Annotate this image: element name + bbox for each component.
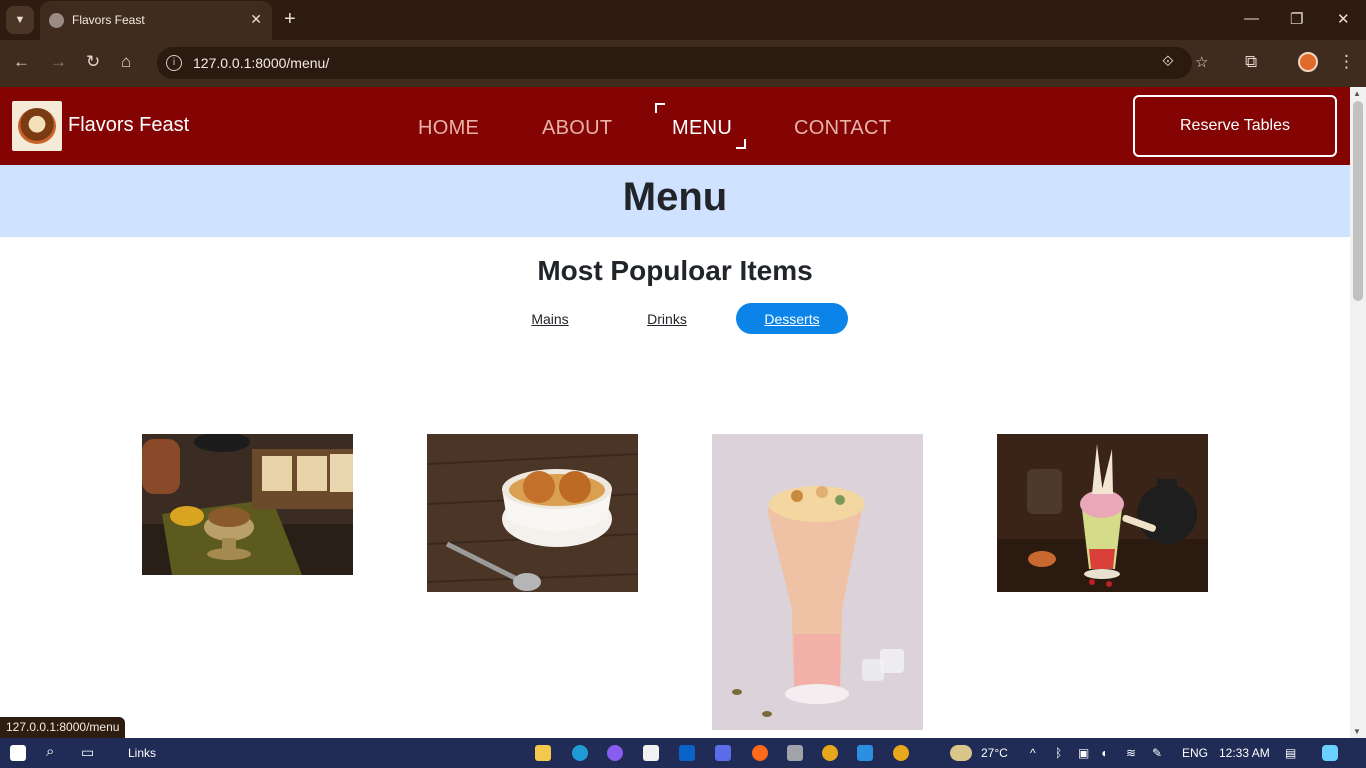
chrome-active-icon[interactable] — [893, 745, 909, 761]
clock[interactable]: 12:33 AM — [1219, 746, 1270, 760]
home-icon[interactable]: ⌂ — [121, 52, 131, 72]
outlook-icon[interactable] — [679, 745, 695, 761]
menu-kebab-icon[interactable]: ⋮ — [1338, 52, 1355, 72]
pudding-bowl-image[interactable] — [142, 434, 353, 575]
globe-icon — [49, 13, 64, 28]
tab-search-button[interactable]: ▼ — [6, 6, 34, 34]
bluetooth-icon[interactable]: ᛒ — [1055, 746, 1062, 760]
chrome-icon[interactable] — [822, 745, 838, 761]
minimize-icon[interactable]: — — [1244, 10, 1259, 27]
page-scrollbar[interactable]: ▲ ▼ — [1350, 87, 1366, 738]
forward-icon[interactable]: → — [50, 52, 67, 72]
page-content: Flavors Feast HOME ABOUT MENU CONTACT Re… — [0, 87, 1350, 738]
active-bracket-bottom — [736, 139, 746, 149]
address-bar[interactable]: i 127.0.0.1:8000/menu/ ⟐ ☆ — [157, 47, 1208, 79]
logo[interactable] — [12, 101, 62, 151]
filter-desserts[interactable]: Desserts — [736, 303, 848, 334]
browser-toolbar: ← → ↻ ⌂ i 127.0.0.1:8000/menu/ ⟐ ☆ ⧉ ⋮ — [0, 40, 1366, 87]
milkshake-glass-image[interactable] — [712, 434, 923, 730]
file-explorer-icon[interactable] — [535, 745, 551, 761]
browser-tab[interactable]: Flavors Feast ✕ — [40, 1, 272, 40]
back-icon[interactable]: ← — [13, 52, 30, 72]
site-info-icon[interactable]: i — [166, 55, 182, 71]
camera-icon[interactable]: ▣ — [1078, 746, 1089, 760]
reserve-tables-button[interactable]: Reserve Tables — [1133, 95, 1337, 157]
wifi-icon[interactable]: ≋ — [1126, 746, 1136, 760]
filter-mains[interactable]: Mains — [510, 303, 590, 334]
menu-hero: Menu — [0, 165, 1350, 237]
close-tab-icon[interactable]: ✕ — [250, 11, 262, 28]
tab-title: Flavors Feast — [72, 13, 145, 27]
restore-icon[interactable]: ❐ — [1290, 10, 1303, 28]
section-title: Most Populoar Items — [537, 255, 813, 286]
scroll-up-icon[interactable]: ▲ — [1353, 89, 1361, 98]
close-window-icon[interactable]: ✕ — [1337, 10, 1350, 28]
nav-menu[interactable]: MENU — [672, 117, 732, 140]
database-icon[interactable] — [787, 745, 803, 761]
nav-about[interactable]: ABOUT — [542, 117, 612, 140]
extensions-icon[interactable]: ⧉ — [1245, 52, 1257, 72]
browser-tab-bar: ▼ Flavors Feast ✕ + — ❐ ✕ — [0, 0, 1366, 40]
gulab-jamun-image[interactable] — [427, 434, 638, 592]
firefox-icon[interactable] — [752, 745, 768, 761]
copilot-pro-icon[interactable] — [1322, 745, 1338, 761]
active-bracket-top — [655, 103, 665, 113]
links-toolbar[interactable]: Links — [128, 746, 156, 760]
bookmark-star-icon[interactable]: ☆ — [1195, 53, 1208, 71]
site-navbar: Flavors Feast HOME ABOUT MENU CONTACT Re… — [0, 87, 1350, 165]
link-status-bubble: 127.0.0.1:8000/menu — [0, 717, 126, 738]
volume-icon[interactable]: ◖ — [1100, 746, 1107, 760]
chef-logo-icon — [18, 108, 56, 144]
page-title: Menu — [622, 175, 728, 219]
windows-start-icon[interactable] — [10, 745, 26, 761]
notifications-icon[interactable]: ▤ — [1285, 746, 1296, 760]
search-icon[interactable]: ⌕ — [46, 743, 54, 760]
task-view-icon[interactable]: ▭ — [81, 744, 94, 761]
filter-drinks[interactable]: Drinks — [627, 303, 707, 334]
ice-cream-sundae-image[interactable] — [997, 434, 1208, 592]
scroll-down-icon[interactable]: ▼ — [1353, 727, 1361, 736]
profile-avatar[interactable] — [1298, 52, 1318, 72]
tray-chevron-icon[interactable]: ^ — [1030, 746, 1036, 760]
scrollbar-thumb[interactable] — [1353, 101, 1363, 301]
reload-icon[interactable]: ↻ — [86, 52, 100, 72]
windows-taskbar: ⌕ ▭ Links 27°C ^ ᛒ ▣ ◖ ≋ ✎ ENG 12:33 AM … — [0, 738, 1366, 768]
new-tab-button[interactable]: + — [284, 8, 296, 31]
weather-icon[interactable] — [950, 745, 972, 761]
translate-icon[interactable]: ⟐ — [1162, 53, 1174, 70]
nav-home[interactable]: HOME — [418, 117, 479, 140]
edge-icon[interactable] — [572, 745, 588, 761]
app-icon[interactable] — [607, 745, 623, 761]
copilot-icon[interactable] — [715, 745, 731, 761]
store-icon[interactable] — [643, 745, 659, 761]
pen-icon[interactable]: ✎ — [1152, 746, 1162, 760]
vscode-icon[interactable] — [857, 745, 873, 761]
language-indicator[interactable]: ENG — [1182, 746, 1208, 760]
brand-name[interactable]: Flavors Feast — [68, 114, 189, 137]
temperature[interactable]: 27°C — [981, 746, 1008, 760]
nav-contact[interactable]: CONTACT — [794, 117, 891, 140]
url-text[interactable]: 127.0.0.1:8000/menu/ — [193, 55, 329, 71]
